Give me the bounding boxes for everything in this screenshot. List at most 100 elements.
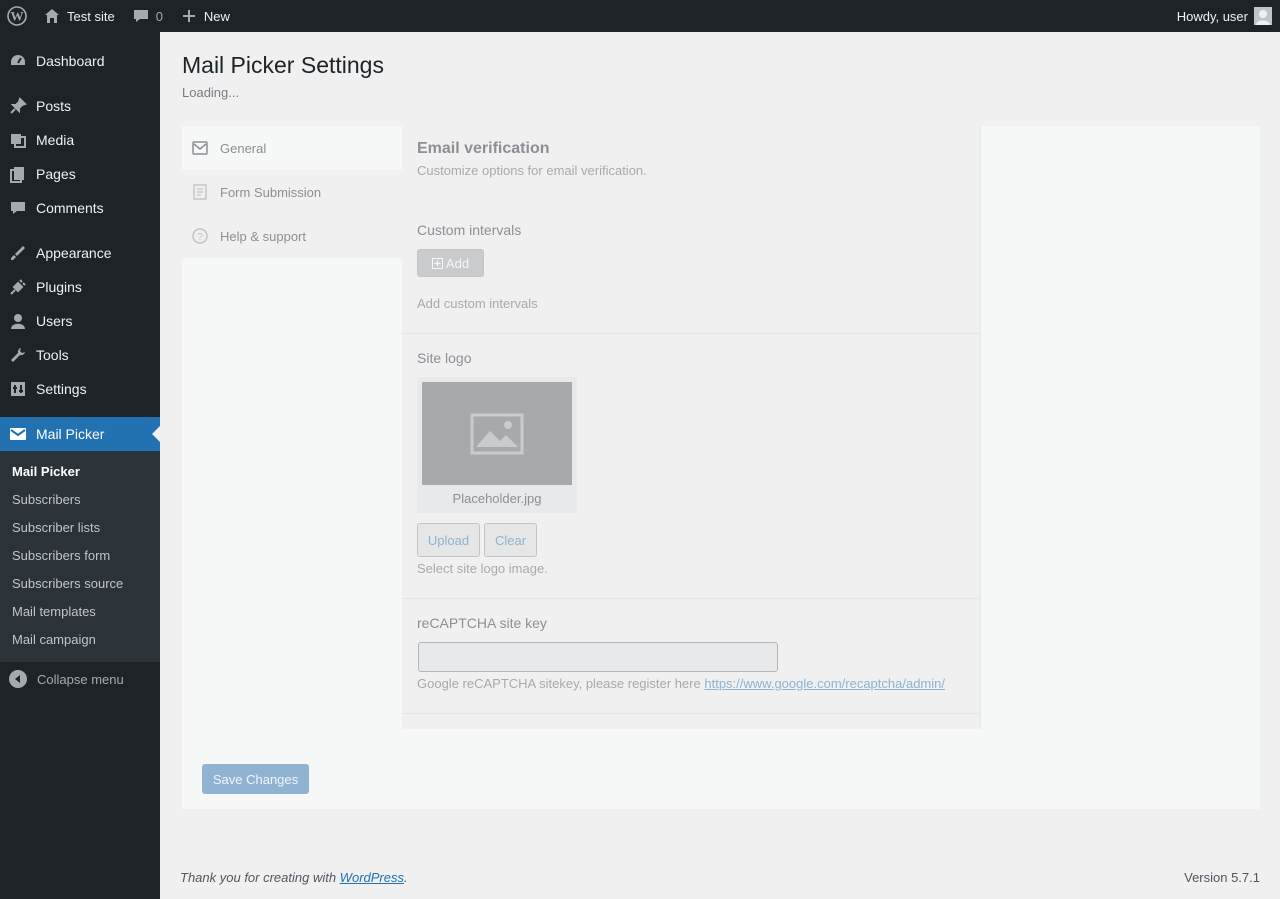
recaptcha-help-text: Google reCAPTCHA sitekey, please registe… bbox=[417, 676, 701, 691]
pin-icon bbox=[8, 96, 28, 116]
sidebar-item-mail-picker[interactable]: Mail Picker bbox=[0, 417, 160, 451]
sidebar-item-dashboard[interactable]: Dashboard bbox=[0, 44, 160, 78]
brush-icon bbox=[8, 243, 28, 263]
footer-version: Version 5.7.1 bbox=[1184, 870, 1260, 885]
tab-label: Help & support bbox=[220, 228, 306, 244]
sidebar-item-posts[interactable]: Posts bbox=[0, 89, 160, 123]
sidebar-item-settings[interactable]: Settings bbox=[0, 372, 160, 406]
recaptcha-help: Google reCAPTCHA sitekey, please registe… bbox=[417, 676, 945, 691]
sidebar-item-label: Plugins bbox=[36, 279, 82, 295]
tab-label: Form Submission bbox=[220, 184, 322, 200]
submenu-item-subscribers-form[interactable]: Subscribers form bbox=[0, 542, 160, 570]
comments-count: 0 bbox=[155, 8, 163, 24]
sidebar-item-pages[interactable]: Pages bbox=[0, 157, 160, 191]
new-content-link[interactable]: New bbox=[171, 0, 238, 32]
sidebar-item-label: Pages bbox=[36, 166, 76, 182]
clear-logo-button[interactable]: Clear bbox=[484, 523, 537, 557]
settings-form: Email verification Customize options for… bbox=[402, 126, 980, 729]
upload-logo-button[interactable]: Upload bbox=[417, 523, 480, 557]
sidebar-item-users[interactable]: Users bbox=[0, 304, 160, 338]
submenu-item-mail-campaign[interactable]: Mail campaign bbox=[0, 626, 160, 654]
collapse-arrow-icon bbox=[9, 670, 27, 688]
plus-icon bbox=[179, 6, 199, 26]
page-title: Mail Picker Settings bbox=[182, 52, 384, 78]
recaptcha-site-key-input[interactable] bbox=[418, 642, 778, 672]
site-name: Test site bbox=[67, 8, 115, 24]
my-account-link[interactable]: Howdy, user bbox=[1169, 0, 1280, 32]
home-icon bbox=[42, 6, 62, 26]
admin-sidebar: Dashboard Posts Media Pages Comments App… bbox=[0, 32, 160, 899]
greeting: Howdy, user bbox=[1176, 8, 1248, 24]
loading-status: Loading... bbox=[182, 85, 240, 100]
sidebar-item-media[interactable]: Media bbox=[0, 123, 160, 157]
site-logo-preview: Placeholder.jpg bbox=[417, 377, 577, 513]
sidebar-item-tools[interactable]: Tools bbox=[0, 338, 160, 372]
settings-tabs: General Form Submission ? Help & support bbox=[182, 126, 402, 258]
sidebar-item-comments[interactable]: Comments bbox=[0, 191, 160, 225]
mail-picker-submenu: Mail Picker Subscribers Subscriber lists… bbox=[0, 451, 160, 662]
wrench-icon bbox=[8, 345, 28, 365]
new-label: New bbox=[203, 8, 230, 24]
comment-icon bbox=[8, 198, 28, 218]
settings-side-panel bbox=[980, 126, 1260, 729]
sidebar-item-appearance[interactable]: Appearance bbox=[0, 236, 160, 270]
submenu-item-mail-picker[interactable]: Mail Picker bbox=[0, 458, 160, 486]
site-name-link[interactable]: Test site bbox=[34, 0, 123, 32]
site-logo-help: Select site logo image. bbox=[417, 561, 548, 576]
tab-general[interactable]: General bbox=[182, 126, 402, 170]
recaptcha-label: reCAPTCHA site key bbox=[417, 615, 547, 631]
avatar bbox=[1254, 7, 1272, 25]
recaptcha-register-link[interactable]: https://www.google.com/recaptcha/admin/ bbox=[704, 676, 945, 691]
sidebar-item-label: Tools bbox=[36, 347, 69, 363]
plug-icon bbox=[8, 277, 28, 297]
custom-intervals-help: Add custom intervals bbox=[417, 296, 538, 311]
svg-text:?: ? bbox=[197, 232, 203, 243]
envelope-outline-icon bbox=[191, 139, 209, 157]
settings-panel: General Form Submission ? Help & support… bbox=[182, 126, 1260, 809]
divider bbox=[402, 598, 980, 599]
comments-link[interactable]: 0 bbox=[123, 0, 171, 32]
footer-thanks-suffix: . bbox=[404, 870, 408, 885]
media-icon bbox=[8, 130, 28, 150]
sidebar-item-label: Media bbox=[36, 132, 75, 148]
divider bbox=[402, 333, 980, 334]
divider bbox=[402, 713, 980, 714]
sidebar-item-label: Appearance bbox=[36, 245, 112, 261]
submenu-item-subscribers-source[interactable]: Subscribers source bbox=[0, 570, 160, 598]
sidebar-item-label: Posts bbox=[36, 98, 72, 114]
question-icon: ? bbox=[191, 227, 209, 245]
image-icon bbox=[470, 413, 524, 454]
tab-form-submission[interactable]: Form Submission bbox=[182, 170, 402, 214]
settings-icon bbox=[8, 379, 28, 399]
sidebar-item-label: Settings bbox=[36, 381, 87, 397]
sidebar-item-plugins[interactable]: Plugins bbox=[0, 270, 160, 304]
pages-icon bbox=[8, 164, 28, 184]
sidebar-item-label: Mail Picker bbox=[36, 426, 105, 442]
plus-square-icon bbox=[431, 257, 443, 269]
logo-filename: Placeholder.jpg bbox=[452, 491, 542, 506]
svg-text:W: W bbox=[11, 9, 24, 24]
wordpress-logo-button[interactable]: W bbox=[0, 0, 34, 32]
collapse-menu-button[interactable]: Collapse menu bbox=[0, 662, 160, 696]
dashboard-icon bbox=[8, 51, 28, 71]
submenu-item-subscriber-lists[interactable]: Subscriber lists bbox=[0, 514, 160, 542]
sidebar-item-label: Users bbox=[36, 313, 73, 329]
tab-help-support[interactable]: ? Help & support bbox=[182, 214, 402, 258]
user-icon bbox=[8, 311, 28, 331]
save-changes-button[interactable]: Save Changes bbox=[202, 764, 309, 794]
add-interval-button[interactable]: Add bbox=[417, 249, 484, 277]
envelope-icon bbox=[8, 424, 28, 444]
wordpress-logo-icon: W bbox=[7, 6, 27, 26]
tab-label: General bbox=[220, 140, 267, 156]
submenu-item-mail-templates[interactable]: Mail templates bbox=[0, 598, 160, 626]
form-icon bbox=[191, 183, 209, 201]
image-placeholder bbox=[422, 382, 572, 485]
comment-bubble-icon bbox=[131, 6, 151, 26]
add-button-label: Add bbox=[445, 255, 470, 271]
footer-thanks-text: Thank you for creating with bbox=[180, 870, 337, 885]
submenu-item-subscribers[interactable]: Subscribers bbox=[0, 486, 160, 514]
sidebar-item-label: Comments bbox=[36, 200, 104, 216]
sidebar-item-label: Dashboard bbox=[36, 53, 105, 69]
wordpress-link[interactable]: WordPress bbox=[340, 870, 404, 885]
section-title: Email verification bbox=[417, 140, 550, 157]
